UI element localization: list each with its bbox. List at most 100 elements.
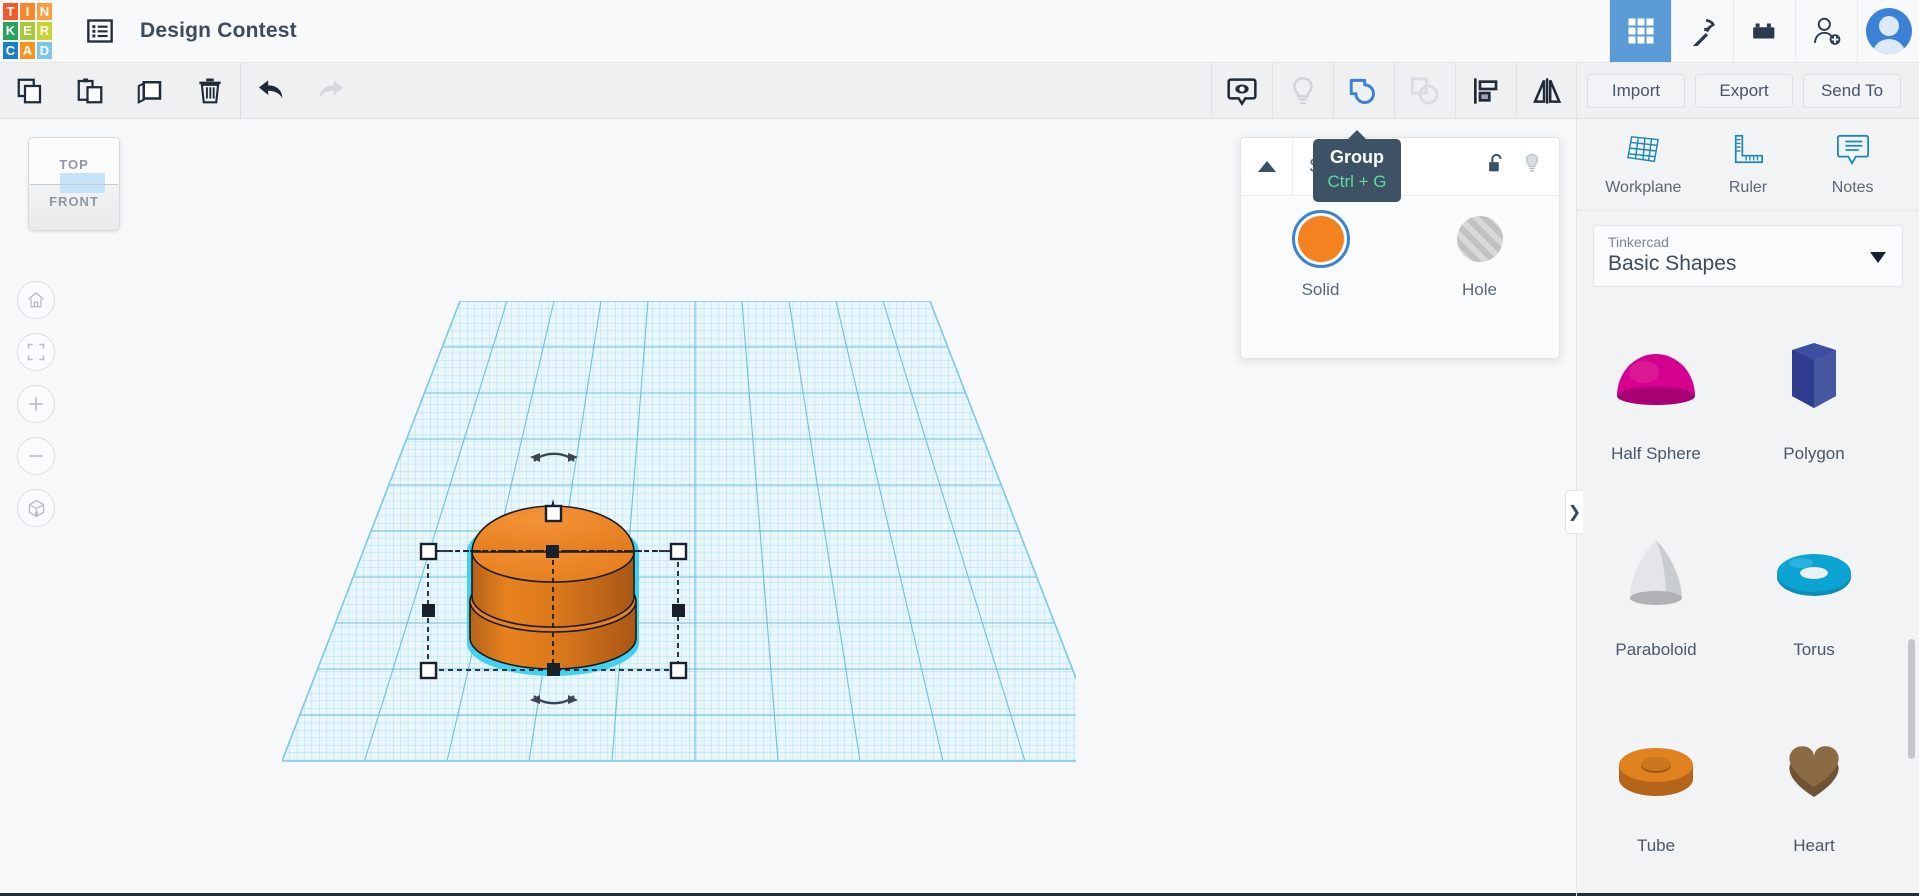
fit-to-view-button[interactable] (17, 333, 55, 371)
polygon-shape[interactable]: Polygon (1735, 312, 1893, 508)
polygon-label: Polygon (1783, 444, 1845, 463)
chevron-right-icon[interactable]: ❯ (1565, 490, 1583, 534)
ungroup-icon[interactable] (1394, 62, 1455, 119)
heart-label: Heart (1793, 836, 1835, 855)
tube-thumbnail (1608, 722, 1704, 818)
logo-tile: C (3, 41, 18, 59)
viewcube-front-label[interactable]: FRONT (28, 194, 120, 209)
ruler-tool[interactable]: Ruler (1702, 133, 1794, 197)
library-collection-label: Basic Shapes (1608, 252, 1737, 275)
hole-label: Hole (1462, 280, 1497, 299)
redo-icon[interactable] (301, 63, 361, 119)
workplane[interactable] (282, 301, 1076, 871)
undo-icon[interactable] (241, 63, 301, 119)
lightbulb-icon[interactable] (1272, 62, 1333, 119)
hole-option[interactable]: Hole (1400, 210, 1559, 300)
add-user-icon[interactable] (1795, 0, 1857, 62)
logo-tile: R (37, 22, 52, 40)
notes-icon (1836, 133, 1870, 172)
logo-tile: A (20, 41, 35, 59)
shape-library-select[interactable]: Tinkercad Basic Shapes (1593, 225, 1903, 287)
workplane-tool-label: Workplane (1605, 178, 1682, 196)
group-tooltip: Group Ctrl + G (1313, 130, 1401, 202)
paste-icon[interactable] (60, 63, 120, 119)
shape-row: Half Sphere Polygon (1577, 312, 1919, 508)
align-icon[interactable] (1455, 62, 1516, 119)
sidebar-tools: Workplane Ruler Notes (1577, 119, 1919, 211)
unlock-icon[interactable] (1485, 152, 1507, 181)
zoom-in-button[interactable] (17, 385, 55, 423)
perspective-toggle-button[interactable] (17, 489, 55, 527)
solid-swatch[interactable] (1291, 210, 1350, 268)
library-group-label: Tinkercad (1608, 234, 1669, 250)
pickaxe-minecraft-icon[interactable] (1671, 0, 1733, 62)
caret-down-icon[interactable] (1870, 252, 1886, 263)
paraboloid-shape[interactable]: Paraboloid (1577, 508, 1735, 704)
solid-label: Solid (1301, 280, 1340, 299)
tube-shape[interactable]: Tube (1577, 704, 1735, 896)
half-sphere-label: Half Sphere (1611, 444, 1701, 463)
main-toolbar: Import Export Send To (0, 62, 1919, 119)
logo-tile: T (3, 3, 18, 21)
send-to-button[interactable]: Send To (1803, 73, 1901, 108)
paraboloid-label: Paraboloid (1615, 640, 1697, 659)
copy-icon[interactable] (0, 63, 60, 119)
chevron-up-icon[interactable] (1241, 137, 1293, 196)
heart-thumbnail (1766, 722, 1862, 818)
torus-label: Torus (1793, 640, 1835, 659)
group-icon[interactable] (1333, 62, 1394, 119)
paraboloid-thumbnail (1608, 526, 1704, 622)
duplicate-icon[interactable] (120, 63, 180, 119)
shape-row: Paraboloid Torus (1577, 508, 1919, 704)
home-view-button[interactable] (17, 281, 55, 319)
workplane-grid-icon (1624, 133, 1662, 172)
lightbulb-icon[interactable] (1521, 152, 1543, 181)
fit-frame-icon (27, 343, 45, 361)
sidebar-scrollbar[interactable] (1908, 639, 1915, 759)
logo-tile: E (20, 22, 35, 40)
viewcube-top-label[interactable]: TOP (28, 157, 120, 172)
right-sidebar: Workplane Ruler Notes Tinkercad Basic Sh… (1576, 119, 1919, 896)
solid-option[interactable]: Solid (1241, 210, 1400, 300)
lego-brick-icon[interactable] (1733, 0, 1795, 62)
tube-label: Tube (1636, 836, 1676, 855)
tooltip-shortcut: Ctrl + G (1327, 172, 1387, 191)
mirror-icon[interactable] (1516, 62, 1577, 119)
shape-row: Tube Heart (1577, 704, 1919, 896)
view-cube[interactable]: TOP FRONT (28, 137, 120, 231)
heart-shape[interactable]: Heart (1735, 704, 1893, 896)
notes-tool[interactable]: Notes (1807, 133, 1899, 197)
logo-tile: D (37, 41, 52, 59)
half-sphere-shape[interactable]: Half Sphere (1577, 312, 1735, 508)
minus-icon (29, 455, 43, 457)
import-button[interactable]: Import (1587, 73, 1685, 108)
ruler-icon (1730, 133, 1766, 172)
tooltip-title: Group (1330, 147, 1384, 167)
torus-thumbnail (1766, 526, 1862, 622)
export-button[interactable]: Export (1695, 73, 1793, 108)
logo-tile: N (37, 3, 52, 21)
cube-ortho-icon (28, 499, 44, 517)
logo-tile: K (3, 22, 18, 40)
ruler-tool-label: Ruler (1728, 178, 1768, 196)
grid-apps-icon[interactable] (1609, 0, 1671, 62)
shape-library-grid[interactable]: Half Sphere Polygon Paraboloid Torus Tub… (1577, 312, 1919, 896)
torus-shape[interactable]: Torus (1735, 508, 1893, 704)
note-visibility-icon[interactable] (1211, 62, 1272, 119)
workplane-tool[interactable]: Workplane (1597, 133, 1689, 197)
polygon-thumbnail (1766, 330, 1862, 426)
delete-icon[interactable] (180, 63, 240, 119)
toolbar-text-buttons: Import Export Send To (1577, 73, 1919, 108)
page-title: Design Contest (140, 19, 297, 42)
shape-panel-icons (1485, 152, 1559, 181)
topbar-actions (1609, 0, 1919, 62)
list-menu-icon[interactable] (78, 0, 122, 62)
avatar[interactable] (1857, 0, 1919, 62)
zoom-out-button[interactable] (17, 437, 55, 475)
top-bar: T I N K E R C A D Design Contest (0, 0, 1919, 63)
notes-tool-label: Notes (1831, 178, 1874, 196)
hole-swatch[interactable] (1451, 210, 1509, 268)
plus-icon (29, 397, 43, 411)
tinkercad-logo[interactable]: T I N K E R C A D (0, 0, 56, 63)
shape-panel-body: Solid Hole (1241, 196, 1559, 300)
